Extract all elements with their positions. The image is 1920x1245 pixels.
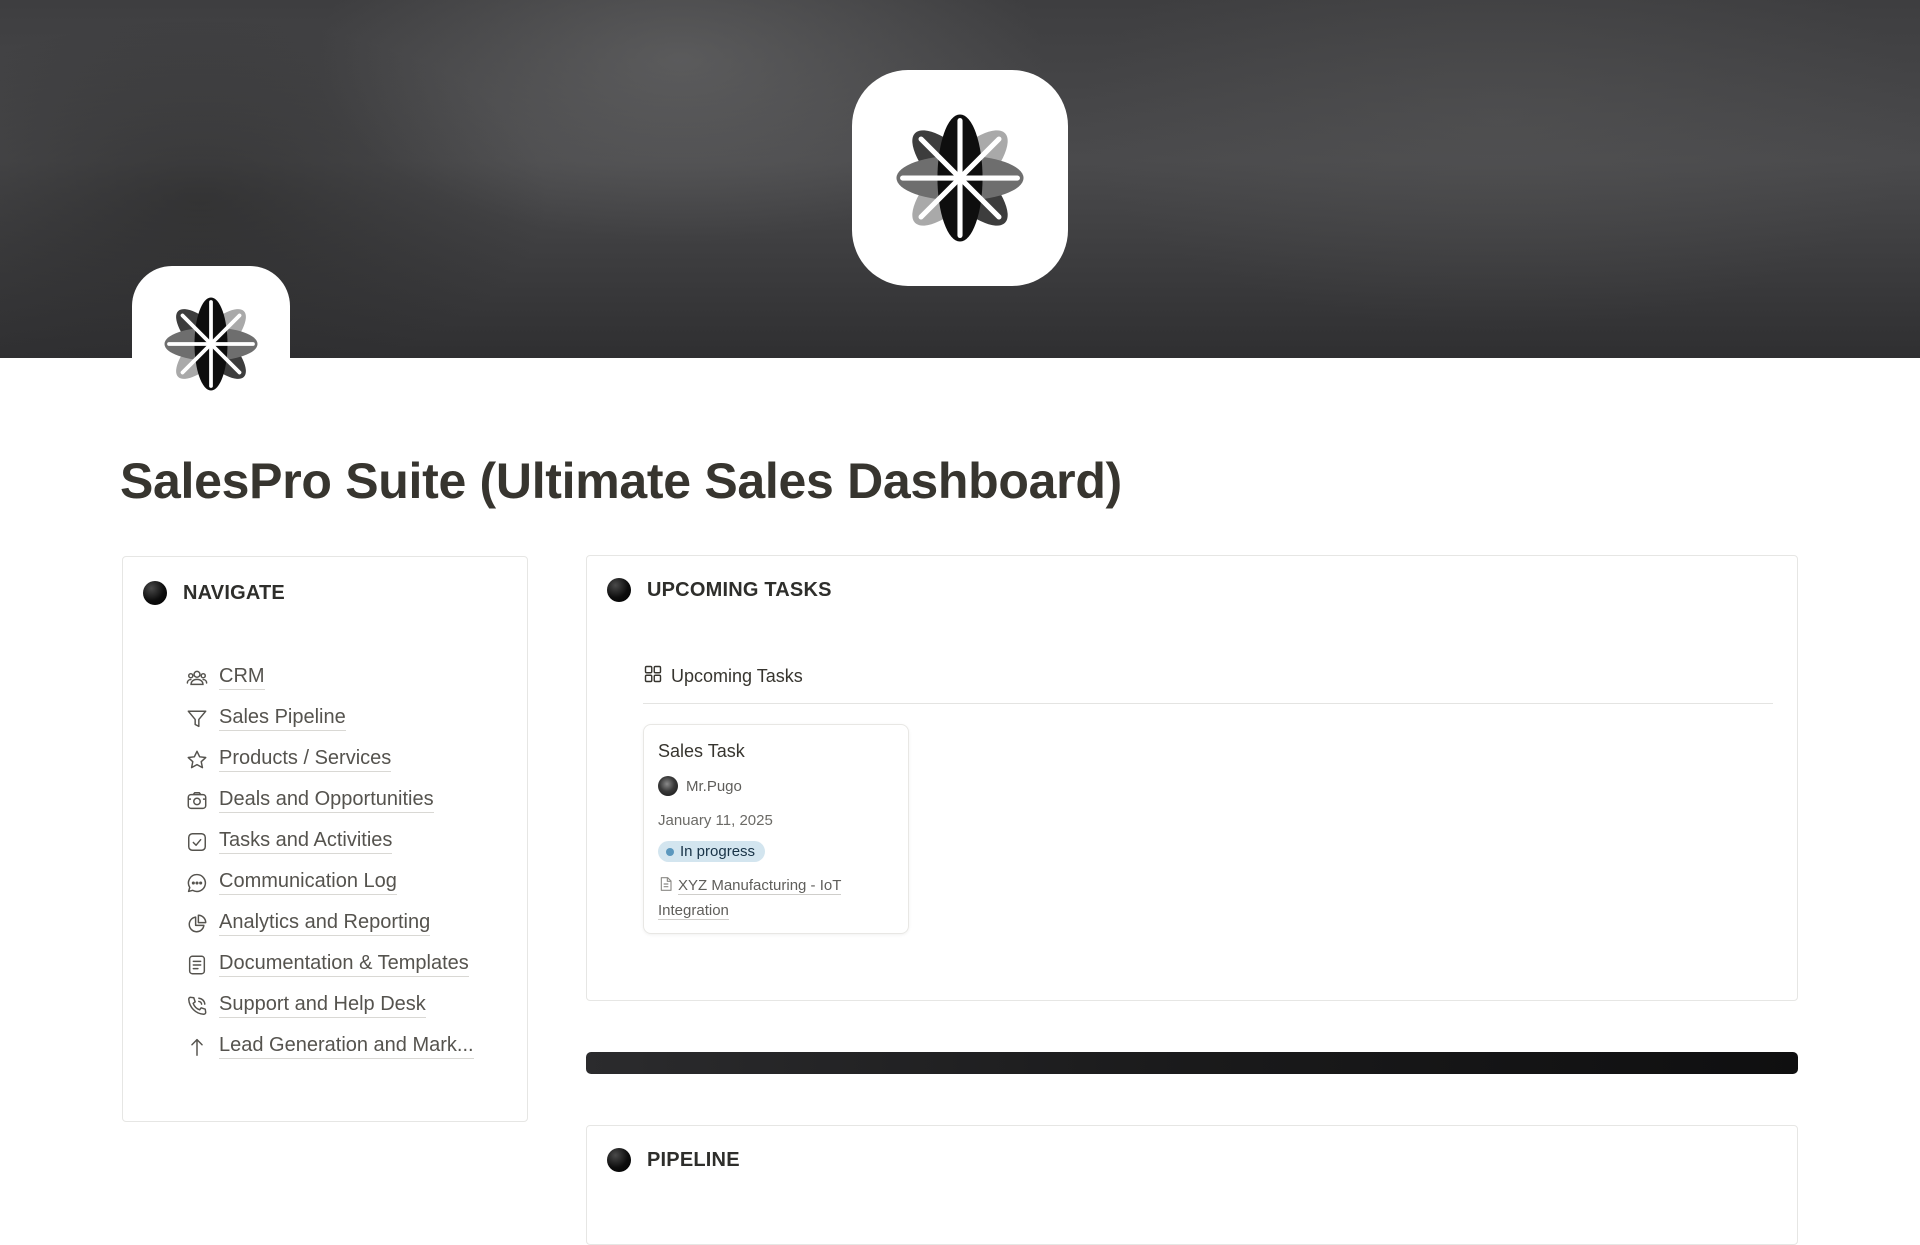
related-deal[interactable]: XYZ Manufacturing - IoT Integration: [658, 874, 894, 922]
nav-link-crm[interactable]: CRM: [185, 657, 474, 698]
pipeline-callout: PIPELINE: [586, 1125, 1798, 1245]
navigate-header: NAVIGATE: [143, 581, 285, 605]
status-dot-icon: [666, 847, 674, 856]
black-circle-icon: [143, 581, 167, 605]
view-tab-upcoming-tasks[interactable]: Upcoming Tasks: [643, 664, 803, 689]
upcoming-tasks-heading: UPCOMING TASKS: [647, 578, 832, 601]
navigate-heading: NAVIGATE: [183, 581, 285, 604]
page-title[interactable]: SalesPro Suite (Ultimate Sales Dashboard…: [120, 452, 1122, 510]
cover-logo: [852, 70, 1068, 286]
navigate-callout: NAVIGATE CRM Sales Pipeline Products / S…: [122, 556, 528, 1122]
task-title: Sales Task: [658, 741, 745, 761]
pipeline-header: PIPELINE: [607, 1148, 740, 1172]
black-circle-icon: [607, 1148, 631, 1172]
document-icon: [185, 953, 209, 977]
nav-link-label: Lead Generation and Mark...: [219, 1034, 474, 1059]
nav-link-label: Analytics and Reporting: [219, 911, 431, 936]
nav-link-label: Deals and Opportunities: [219, 788, 434, 813]
assignee-name: Mr.Pugo: [686, 777, 742, 795]
related-deal-label: XYZ Manufacturing - IoT Integration: [658, 877, 842, 920]
arrow-up-icon: [185, 1035, 209, 1059]
asterisk-flower-icon: [164, 297, 258, 391]
navigation-list: CRM Sales Pipeline Products / Services D…: [185, 657, 474, 1067]
nav-link-sales-pipeline[interactable]: Sales Pipeline: [185, 698, 474, 739]
nav-link-deals-opportunities[interactable]: Deals and Opportunities: [185, 780, 474, 821]
upcoming-tasks-header: UPCOMING TASKS: [607, 578, 832, 602]
gallery-view-icon: [643, 664, 663, 689]
view-divider: [643, 703, 1773, 704]
nav-link-products-services[interactable]: Products / Services: [185, 739, 474, 780]
nav-link-label: CRM: [219, 665, 265, 690]
avatar: [658, 776, 678, 796]
phone-icon: [185, 994, 209, 1018]
page-icon-small: [658, 876, 674, 899]
nav-link-documentation-templates[interactable]: Documentation & Templates: [185, 944, 474, 985]
nav-link-label: Sales Pipeline: [219, 706, 346, 731]
view-tab-label: Upcoming Tasks: [671, 666, 803, 686]
checkbox-icon: [185, 830, 209, 854]
nav-link-label: Products / Services: [219, 747, 392, 772]
status-badge: In progress: [658, 841, 766, 862]
nav-link-analytics-reporting[interactable]: Analytics and Reporting: [185, 903, 474, 944]
nav-link-label: Support and Help Desk: [219, 993, 426, 1018]
nav-link-label: Tasks and Activities: [219, 829, 393, 854]
upcoming-tasks-callout: UPCOMING TASKS Upcoming Tasks Sales Task…: [586, 555, 1798, 1001]
status-label: In progress: [680, 843, 756, 860]
nav-link-label: Documentation & Templates: [219, 952, 469, 977]
due-date: January 11, 2025: [658, 812, 773, 829]
asterisk-flower-icon: [896, 114, 1024, 242]
funnel-icon: [185, 707, 209, 731]
nav-link-support-help-desk[interactable]: Support and Help Desk: [185, 985, 474, 1026]
camera-icon: [185, 789, 209, 813]
nav-link-lead-generation[interactable]: Lead Generation and Mark...: [185, 1026, 474, 1067]
star-icon: [185, 748, 209, 772]
nav-link-label: Communication Log: [219, 870, 397, 895]
assignee: Mr.Pugo: [658, 776, 894, 796]
chat-bubble-icon: [185, 871, 209, 895]
black-circle-icon: [607, 578, 631, 602]
dark-divider-bar: [586, 1052, 1798, 1074]
nav-link-communication-log[interactable]: Communication Log: [185, 862, 474, 903]
page-icon[interactable]: [132, 266, 290, 424]
gallery-card[interactable]: Sales Task Mr.Pugo January 11, 2025 In p…: [643, 724, 909, 934]
pie-chart-icon: [185, 912, 209, 936]
nav-link-tasks-activities[interactable]: Tasks and Activities: [185, 821, 474, 862]
pipeline-heading: PIPELINE: [647, 1148, 740, 1171]
people-icon: [185, 666, 209, 690]
